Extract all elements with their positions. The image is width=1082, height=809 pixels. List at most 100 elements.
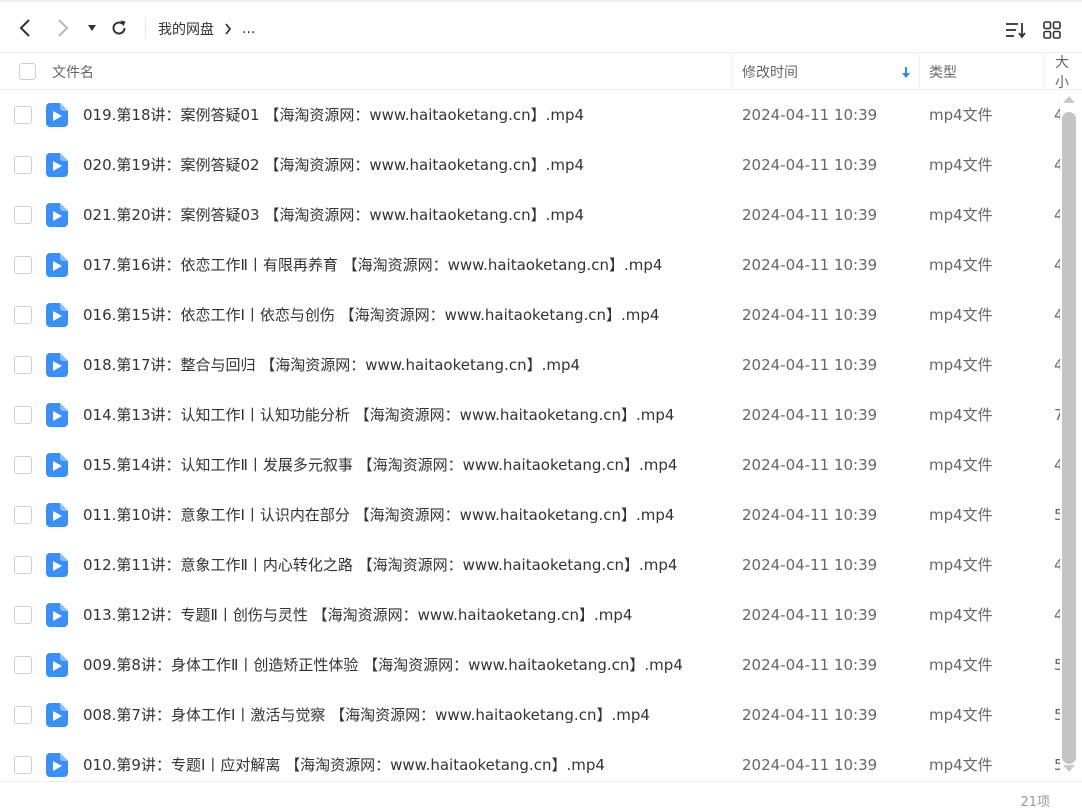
video-file-icon [46, 503, 68, 527]
file-modified: 2024-04-11 10:39 [742, 756, 878, 774]
scroll-down-icon[interactable] [1063, 765, 1075, 772]
status-bar: 21项 [0, 781, 1082, 809]
file-name[interactable]: 019.第18讲：案例答疑01 【海淘资源网：www.haitaoketang.… [83, 90, 584, 140]
video-file-icon [46, 603, 68, 627]
file-row[interactable]: 021.第20讲：案例答疑03 【海淘资源网：www.haitaoketang.… [0, 190, 1060, 240]
column-divider[interactable] [731, 53, 732, 90]
file-name[interactable]: 008.第7讲：身体工作Ⅰ丨激活与觉察 【海淘资源网：www.haitaoket… [83, 690, 650, 740]
file-row[interactable]: 009.第8讲：身体工作Ⅱ丨创造矫正性体验 【海淘资源网：www.haitaok… [0, 640, 1060, 690]
file-row[interactable]: 014.第13讲：认知工作Ⅰ丨认知功能分析 【海淘资源网：www.haitaok… [0, 390, 1060, 440]
file-modified: 2024-04-11 10:39 [742, 556, 878, 574]
sort-desc-indicator[interactable] [899, 64, 913, 80]
column-header-modified[interactable]: 修改时间 [742, 53, 798, 90]
file-modified: 2024-04-11 10:39 [742, 306, 878, 324]
toolbar: 我的网盘 ... [0, 0, 1082, 52]
file-row[interactable]: 020.第19讲：案例答疑02 【海淘资源网：www.haitaoketang.… [0, 140, 1060, 190]
file-type: mp4文件 [929, 506, 993, 524]
select-all-checkbox[interactable] [19, 63, 36, 80]
video-file-icon [46, 553, 68, 577]
back-button[interactable] [13, 16, 37, 40]
column-divider[interactable] [1043, 53, 1044, 90]
file-modified: 2024-04-11 10:39 [742, 106, 878, 124]
row-checkbox[interactable] [14, 506, 32, 524]
file-row[interactable]: 013.第12讲：专题Ⅱ丨创伤与灵性 【海淘资源网：www.haitaoketa… [0, 590, 1060, 640]
file-type: mp4文件 [929, 156, 993, 174]
breadcrumb-more[interactable]: ... [242, 21, 255, 37]
breadcrumb: 我的网盘 ... [158, 18, 255, 40]
column-divider[interactable] [919, 53, 920, 90]
column-header-type[interactable]: 类型 [929, 53, 957, 90]
scroll-up-icon[interactable] [1063, 96, 1075, 103]
file-name[interactable]: 012.第11讲：意象工作Ⅱ丨内心转化之路 【海淘资源网：www.haitaok… [83, 540, 677, 590]
file-name[interactable]: 016.第15讲：依恋工作Ⅰ丨依恋与创伤 【海淘资源网：www.haitaoke… [83, 290, 659, 340]
file-row[interactable]: 016.第15讲：依恋工作Ⅰ丨依恋与创伤 【海淘资源网：www.haitaoke… [0, 290, 1060, 340]
file-type: mp4文件 [929, 706, 993, 724]
video-file-icon [46, 103, 68, 127]
file-modified: 2024-04-11 10:39 [742, 206, 878, 224]
file-type: mp4文件 [929, 206, 993, 224]
file-modified: 2024-04-11 10:39 [742, 156, 878, 174]
sort-button[interactable] [1004, 19, 1028, 41]
video-file-icon [46, 753, 68, 777]
file-name[interactable]: 020.第19讲：案例答疑02 【海淘资源网：www.haitaoketang.… [83, 140, 584, 190]
file-row[interactable]: 010.第9讲：专题Ⅰ丨应对解离 【海淘资源网：www.haitaoketang… [0, 740, 1060, 780]
refresh-icon [112, 20, 126, 35]
video-file-icon [46, 653, 68, 677]
chevron-left-icon [19, 19, 30, 37]
video-file-icon [46, 403, 68, 427]
file-row[interactable]: 019.第18讲：案例答疑01 【海淘资源网：www.haitaoketang.… [0, 90, 1060, 140]
file-row[interactable]: 018.第17讲：整合与回归 【海淘资源网：www.haitaoketang.c… [0, 340, 1060, 390]
file-row[interactable]: 011.第10讲：意象工作Ⅰ丨认识内在部分 【海淘资源网：www.haitaok… [0, 490, 1060, 540]
file-type: mp4文件 [929, 306, 993, 324]
file-name[interactable]: 011.第10讲：意象工作Ⅰ丨认识内在部分 【海淘资源网：www.haitaok… [83, 490, 674, 540]
column-header-name[interactable]: 文件名 [52, 53, 94, 90]
file-name[interactable]: 010.第9讲：专题Ⅰ丨应对解离 【海淘资源网：www.haitaoketang… [83, 740, 605, 780]
file-row[interactable]: 008.第7讲：身体工作Ⅰ丨激活与觉察 【海淘资源网：www.haitaoket… [0, 690, 1060, 740]
list-header: 文件名 修改时间 类型 大小 [0, 52, 1082, 91]
forward-button[interactable] [51, 16, 75, 40]
file-row[interactable]: 015.第14讲：认知工作Ⅱ丨发展多元叙事 【海淘资源网：www.haitaok… [0, 440, 1060, 490]
grid-view-button[interactable] [1041, 19, 1063, 41]
file-type: mp4文件 [929, 356, 993, 374]
video-file-icon [46, 153, 68, 177]
history-dropdown-button[interactable] [84, 16, 100, 40]
file-type: mp4文件 [929, 106, 993, 124]
row-checkbox[interactable] [14, 256, 32, 274]
file-name[interactable]: 013.第12讲：专题Ⅱ丨创伤与灵性 【海淘资源网：www.haitaoketa… [83, 590, 632, 640]
row-checkbox[interactable] [14, 556, 32, 574]
file-modified: 2024-04-11 10:39 [742, 406, 878, 424]
row-checkbox[interactable] [14, 356, 32, 374]
row-checkbox[interactable] [14, 306, 32, 324]
row-checkbox[interactable] [14, 606, 32, 624]
file-name[interactable]: 009.第8讲：身体工作Ⅱ丨创造矫正性体验 【海淘资源网：www.haitaok… [83, 640, 683, 690]
row-checkbox[interactable] [14, 756, 32, 774]
file-name[interactable]: 014.第13讲：认知工作Ⅰ丨认知功能分析 【海淘资源网：www.haitaok… [83, 390, 674, 440]
row-checkbox[interactable] [14, 156, 32, 174]
refresh-button[interactable] [107, 16, 131, 40]
scrollbar-thumb[interactable] [1062, 112, 1076, 764]
video-file-icon [46, 703, 68, 727]
file-name[interactable]: 021.第20讲：案例答疑03 【海淘资源网：www.haitaoketang.… [83, 190, 584, 240]
column-header-size[interactable]: 大小 [1055, 53, 1082, 91]
file-modified: 2024-04-11 10:39 [742, 456, 878, 474]
file-type: mp4文件 [929, 406, 993, 424]
chevron-right-icon [224, 23, 232, 35]
row-checkbox[interactable] [14, 456, 32, 474]
breadcrumb-root[interactable]: 我的网盘 [158, 19, 214, 39]
row-checkbox[interactable] [14, 106, 32, 124]
file-row[interactable]: 017.第16讲：依恋工作Ⅱ丨有限再养育 【海淘资源网：www.haitaoke… [0, 240, 1060, 290]
file-row[interactable]: 012.第11讲：意象工作Ⅱ丨内心转化之路 【海淘资源网：www.haitaok… [0, 540, 1060, 590]
row-checkbox[interactable] [14, 656, 32, 674]
sort-list-icon [1006, 23, 1026, 39]
row-checkbox[interactable] [14, 406, 32, 424]
row-checkbox[interactable] [14, 706, 32, 724]
file-name[interactable]: 018.第17讲：整合与回归 【海淘资源网：www.haitaoketang.c… [83, 340, 580, 390]
row-checkbox[interactable] [14, 206, 32, 224]
file-name[interactable]: 017.第16讲：依恋工作Ⅱ丨有限再养育 【海淘资源网：www.haitaoke… [83, 240, 662, 290]
file-modified: 2024-04-11 10:39 [742, 356, 878, 374]
file-name[interactable]: 015.第14讲：认知工作Ⅱ丨发展多元叙事 【海淘资源网：www.haitaok… [83, 440, 677, 490]
file-modified: 2024-04-11 10:39 [742, 256, 878, 274]
file-type: mp4文件 [929, 606, 993, 624]
vertical-scrollbar[interactable] [1060, 92, 1078, 776]
chevron-right-icon [58, 19, 69, 37]
